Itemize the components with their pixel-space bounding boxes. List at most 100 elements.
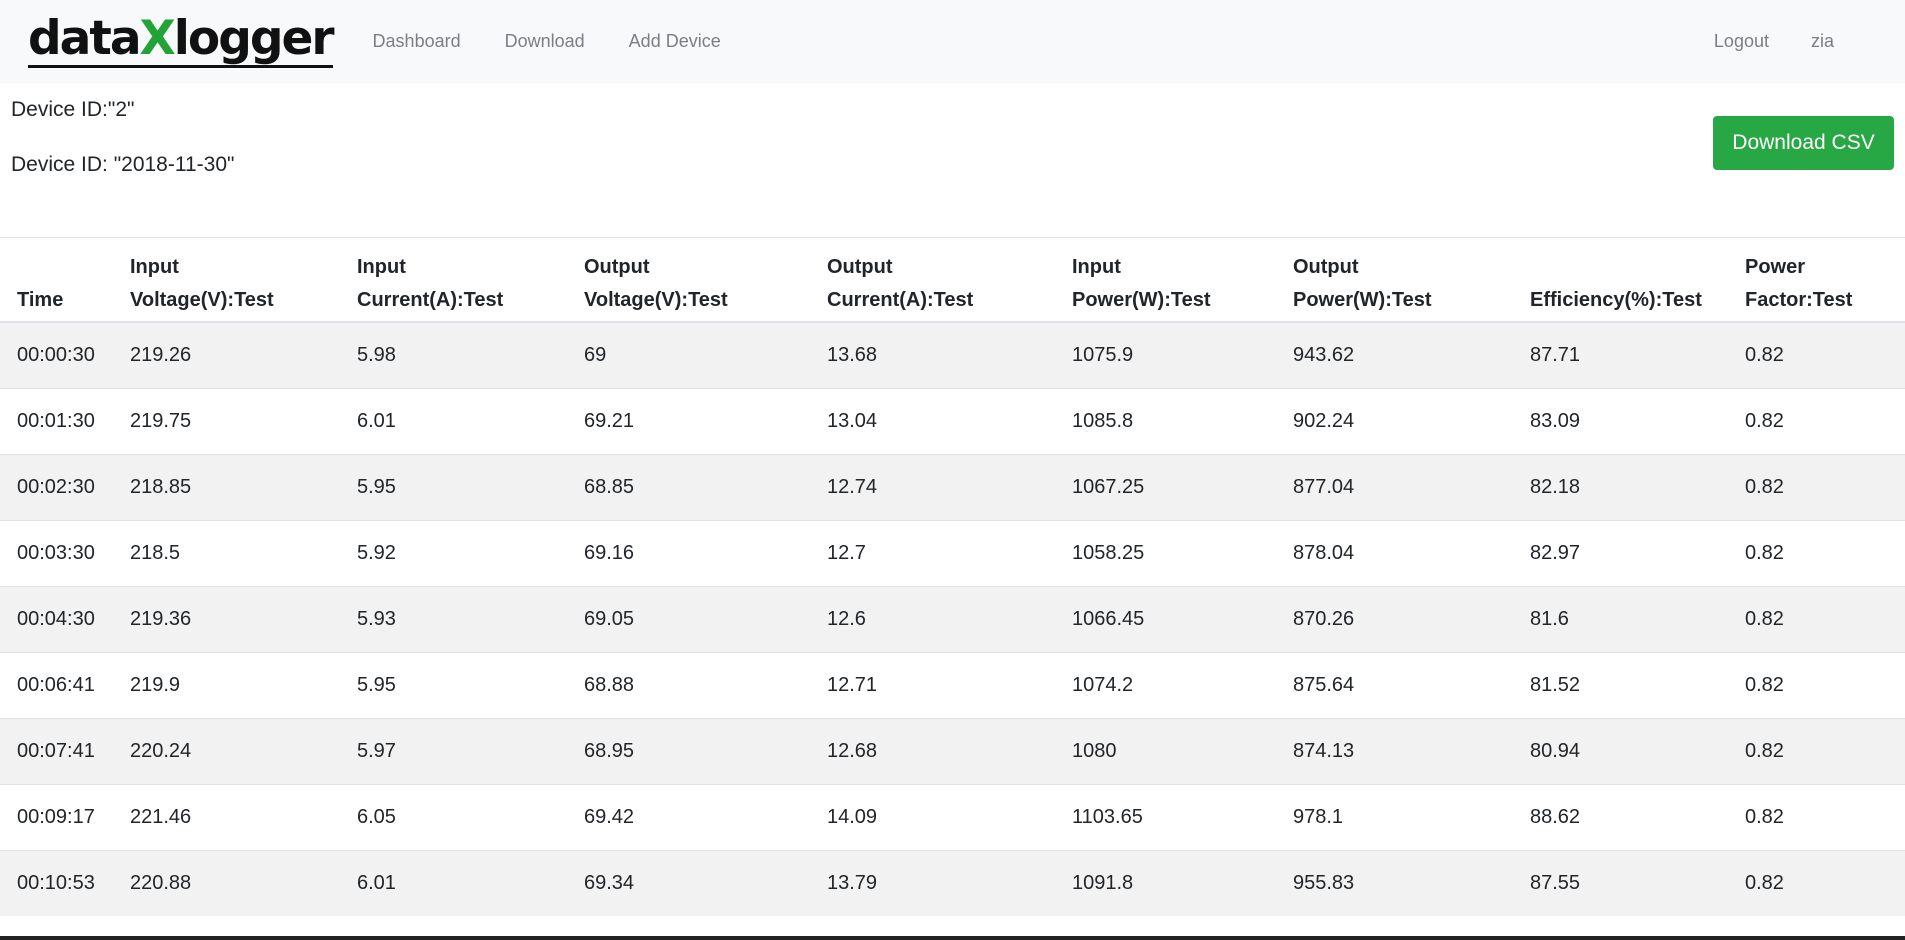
- table-row: 00:06:41 219.9 5.95 68.88 12.71 1074.2 875.64 8…: [0, 651, 1905, 718]
- device-info: Device ID:"2" Device ID: "2018-11-30" Do…: [0, 83, 1905, 238]
- column-header-text: Output: [584, 256, 650, 278]
- table-cell: 81.52: [1530, 651, 1745, 718]
- table-cell: 6.01: [357, 849, 584, 916]
- table-row: 00:01:30 219.75 6.01 69.21 13.04 1085.8 902.24…: [0, 387, 1905, 454]
- table-cell: 0.82: [1745, 321, 1905, 388]
- column-header-text: Power(W):Test: [1293, 289, 1432, 311]
- nav-user-link[interactable]: zia: [1790, 31, 1855, 52]
- column-header: Efficiency(%):Test: [1530, 238, 1745, 323]
- table-cell: 69.42: [584, 783, 827, 850]
- table-cell: 1085.8: [1072, 387, 1293, 454]
- table-body: 00:00:30 219.26 5.98 69 13.68 1075.9 943.62 87.…: [0, 321, 1905, 916]
- table-cell: 68.88: [584, 651, 827, 718]
- table-cell: 902.24: [1293, 387, 1530, 454]
- nav-links: Dashboard Download Add Device: [351, 31, 743, 52]
- column-header-text: Current(A):Test: [827, 289, 974, 311]
- table-cell: 82.18: [1530, 453, 1745, 520]
- table-cell: 955.83: [1293, 849, 1530, 916]
- table-cell: 5.95: [357, 453, 584, 520]
- table-cell: 13.68: [827, 321, 1072, 388]
- table-cell: 68.95: [584, 717, 827, 784]
- table-cell: 220.24: [130, 717, 357, 784]
- download-csv-button[interactable]: Download CSV: [1713, 116, 1894, 170]
- column-header: Input Voltage(V):Test: [130, 238, 357, 323]
- table-row: 00:02:30 218.85 5.95 68.85 12.74 1067.25 877.0…: [0, 453, 1905, 520]
- table-cell: 13.79: [827, 849, 1072, 916]
- table-cell: 12.6: [827, 585, 1072, 652]
- table-cell: 5.97: [357, 717, 584, 784]
- navbar: dataXlogger Dashboard Download Add Devic…: [0, 0, 1905, 83]
- nav-dashboard-link[interactable]: Dashboard: [351, 31, 483, 52]
- table-cell: 0.82: [1745, 849, 1905, 916]
- nav-download-link[interactable]: Download: [483, 31, 607, 52]
- table-cell: 219.36: [130, 585, 357, 652]
- table-cell: 00:01:30: [0, 387, 130, 454]
- table-cell: 877.04: [1293, 453, 1530, 520]
- table-row: 00:04:30 219.36 5.93 69.05 12.6 1066.45 870.26…: [0, 585, 1905, 652]
- column-header: Time: [0, 238, 130, 323]
- table-cell: 870.26: [1293, 585, 1530, 652]
- table-cell: 219.9: [130, 651, 357, 718]
- column-header: Power Factor:Test: [1745, 238, 1905, 323]
- table-cell: 218.5: [130, 519, 357, 586]
- table-cell: 0.82: [1745, 387, 1905, 454]
- table-cell: 81.6: [1530, 585, 1745, 652]
- column-header-text: Input: [1072, 256, 1121, 278]
- table-cell: 1080: [1072, 717, 1293, 784]
- table-head: Time Input Voltage(V):Test Input Current(A):…: [0, 238, 1905, 323]
- table-cell: 00:04:30: [0, 585, 130, 652]
- table-cell: 878.04: [1293, 519, 1530, 586]
- table-row: 00:00:30 219.26 5.98 69 13.68 1075.9 943.62 87.…: [0, 321, 1905, 388]
- table-cell: 978.1: [1293, 783, 1530, 850]
- column-header-text: Input: [357, 256, 406, 278]
- table-cell: 82.97: [1530, 519, 1745, 586]
- column-header-text: Voltage(V):Test: [130, 289, 274, 311]
- table-cell: 1074.2: [1072, 651, 1293, 718]
- table-cell: 0.82: [1745, 717, 1905, 784]
- table-cell: 14.09: [827, 783, 1072, 850]
- table-cell: 220.88: [130, 849, 357, 916]
- table-cell: 943.62: [1293, 321, 1530, 388]
- column-header-text: Voltage(V):Test: [584, 289, 728, 311]
- table-cell: 00:07:41: [0, 717, 130, 784]
- table-cell: 1066.45: [1072, 585, 1293, 652]
- table-cell: 69.05: [584, 585, 827, 652]
- table-cell: 0.82: [1745, 585, 1905, 652]
- nav-add-device-link[interactable]: Add Device: [607, 31, 743, 52]
- table-cell: 00:10:53: [0, 849, 130, 916]
- table-cell: 219.26: [130, 321, 357, 388]
- table-cell: 5.92: [357, 519, 584, 586]
- column-header: Output Power(W):Test: [1293, 238, 1530, 323]
- column-header-text: Current(A):Test: [357, 289, 504, 311]
- brand-logo[interactable]: dataXlogger: [28, 15, 335, 68]
- nav-right: Logout zia: [1693, 31, 1855, 52]
- table-cell: 69.16: [584, 519, 827, 586]
- table-cell: 12.68: [827, 717, 1072, 784]
- table-cell: 1091.8: [1072, 849, 1293, 916]
- table-header-row: Time Input Voltage(V):Test Input Current(A):…: [0, 238, 1905, 323]
- column-header-text: Input: [130, 256, 179, 278]
- data-table: Time Input Voltage(V):Test Input Current(A):…: [0, 238, 1905, 916]
- table-cell: 875.64: [1293, 651, 1530, 718]
- table-cell: 874.13: [1293, 717, 1530, 784]
- column-header: Output Current(A):Test: [827, 238, 1072, 323]
- table-cell: 12.74: [827, 453, 1072, 520]
- column-header-text: Power(W):Test: [1072, 289, 1211, 311]
- brand-text-x: X: [139, 11, 176, 66]
- table-row: 00:03:30 218.5 5.92 69.16 12.7 1058.25 878.04 8…: [0, 519, 1905, 586]
- table-cell: 5.95: [357, 651, 584, 718]
- brand-text-data: data: [28, 11, 142, 66]
- table-cell: 13.04: [827, 387, 1072, 454]
- device-date-text: Device ID: "2018-11-30": [11, 153, 235, 176]
- column-header: Input Power(W):Test: [1072, 238, 1293, 323]
- table-cell: 00:00:30: [0, 321, 130, 388]
- nav-logout-link[interactable]: Logout: [1693, 31, 1790, 52]
- table-cell: 69.21: [584, 387, 827, 454]
- table-cell: 1075.9: [1072, 321, 1293, 388]
- table-cell: 6.01: [357, 387, 584, 454]
- table-cell: 69: [584, 321, 827, 388]
- table-cell: 00:09:17: [0, 783, 130, 850]
- column-header-text: Power: [1745, 256, 1806, 278]
- column-header-text: Efficiency(%):Test: [1530, 289, 1702, 311]
- table-cell: 12.71: [827, 651, 1072, 718]
